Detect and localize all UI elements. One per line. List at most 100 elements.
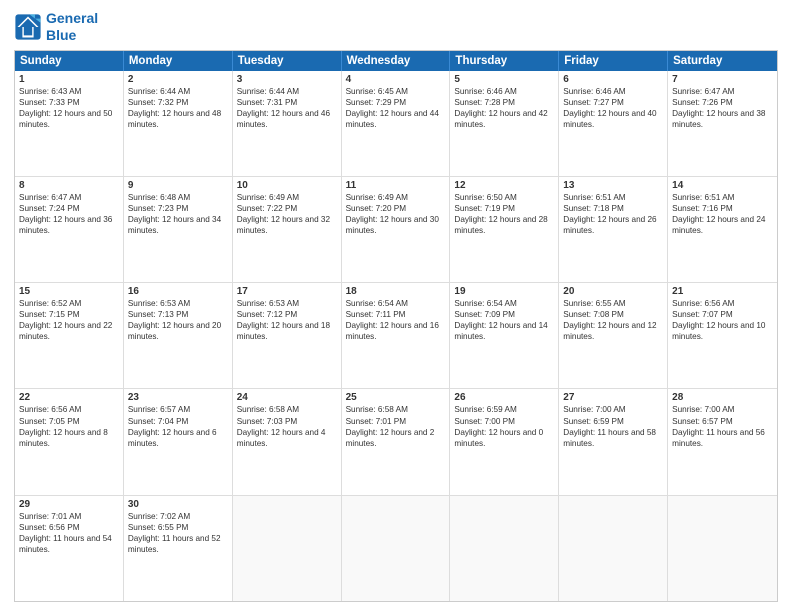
page: General Blue SundayMondayTuesdayWednesda… [0, 0, 792, 612]
calendar-cell: 14 Sunrise: 6:51 AMSunset: 7:16 PMDayligh… [668, 177, 777, 282]
cell-info: Sunrise: 6:52 AMSunset: 7:15 PMDaylight:… [19, 299, 112, 341]
calendar-cell [559, 496, 668, 601]
day-number: 18 [346, 286, 446, 297]
day-number: 1 [19, 74, 119, 85]
day-number: 2 [128, 74, 228, 85]
calendar-cell: 25 Sunrise: 6:58 AMSunset: 7:01 PMDayligh… [342, 389, 451, 494]
day-number: 23 [128, 392, 228, 403]
logo-text: General Blue [46, 10, 98, 44]
calendar-cell: 11Sunrise: 6:49 AMSunset: 7:20 PMDayligh… [342, 177, 451, 282]
logo-icon [14, 13, 42, 41]
calendar-cell: 3 Sunrise: 6:44 AMSunset: 7:31 PMDaylight… [233, 71, 342, 176]
day-header-tuesday: Tuesday [233, 51, 342, 71]
cell-info: Sunrise: 6:51 AMSunset: 7:18 PMDaylight:… [563, 193, 656, 235]
cell-info: Sunrise: 6:48 AMSunset: 7:23 PMDaylight:… [128, 193, 221, 235]
cell-info: Sunrise: 7:00 AMSunset: 6:59 PMDaylight:… [563, 405, 656, 447]
day-number: 27 [563, 392, 663, 403]
calendar-cell [668, 496, 777, 601]
calendar-cell: 26 Sunrise: 6:59 AMSunset: 7:00 PMDayligh… [450, 389, 559, 494]
cell-info: Sunrise: 7:02 AMSunset: 6:55 PMDaylight:… [128, 512, 221, 554]
day-number: 11 [346, 180, 446, 191]
day-number: 24 [237, 392, 337, 403]
day-number: 8 [19, 180, 119, 191]
calendar-cell: 18 Sunrise: 6:54 AMSunset: 7:11 PMDayligh… [342, 283, 451, 388]
calendar-cell [450, 496, 559, 601]
logo: General Blue [14, 10, 98, 44]
calendar: SundayMondayTuesdayWednesdayThursdayFrid… [14, 50, 778, 602]
calendar-cell: 21Sunrise: 6:56 AMSunset: 7:07 PMDayligh… [668, 283, 777, 388]
calendar-header: SundayMondayTuesdayWednesdayThursdayFrid… [15, 51, 777, 71]
calendar-cell: 20 Sunrise: 6:55 AMSunset: 7:08 PMDayligh… [559, 283, 668, 388]
header: General Blue [14, 10, 778, 44]
cell-info: Sunrise: 6:58 AMSunset: 7:03 PMDaylight:… [237, 405, 326, 447]
calendar-cell: 2 Sunrise: 6:44 AMSunset: 7:32 PMDaylight… [124, 71, 233, 176]
calendar-cell: 30 Sunrise: 7:02 AMSunset: 6:55 PMDayligh… [124, 496, 233, 601]
day-number: 21 [672, 286, 773, 297]
cell-info: Sunrise: 6:51 AMSunset: 7:16 PMDaylight:… [672, 193, 765, 235]
cell-info: Sunrise: 6:43 AMSunset: 7:33 PMDaylight:… [19, 87, 112, 129]
cell-info: Sunrise: 6:54 AMSunset: 7:11 PMDaylight:… [346, 299, 439, 341]
day-number: 10 [237, 180, 337, 191]
calendar-cell: 28 Sunrise: 7:00 AMSunset: 6:57 PMDayligh… [668, 389, 777, 494]
cell-info: Sunrise: 7:01 AMSunset: 6:56 PMDaylight:… [19, 512, 112, 554]
day-number: 26 [454, 392, 554, 403]
day-header-friday: Friday [559, 51, 668, 71]
cell-info: Sunrise: 6:50 AMSunset: 7:19 PMDaylight:… [454, 193, 547, 235]
calendar-row: 29 Sunrise: 7:01 AMSunset: 6:56 PMDayligh… [15, 496, 777, 601]
day-number: 29 [19, 499, 119, 510]
cell-info: Sunrise: 7:00 AMSunset: 6:57 PMDaylight:… [672, 405, 765, 447]
cell-info: Sunrise: 6:45 AMSunset: 7:29 PMDaylight:… [346, 87, 439, 129]
day-number: 12 [454, 180, 554, 191]
day-header-thursday: Thursday [450, 51, 559, 71]
calendar-cell: 7 Sunrise: 6:47 AMSunset: 7:26 PMDaylight… [668, 71, 777, 176]
calendar-cell [233, 496, 342, 601]
day-number: 17 [237, 286, 337, 297]
calendar-cell: 9Sunrise: 6:48 AMSunset: 7:23 PMDaylight… [124, 177, 233, 282]
calendar-cell: 4 Sunrise: 6:45 AMSunset: 7:29 PMDaylight… [342, 71, 451, 176]
cell-info: Sunrise: 6:58 AMSunset: 7:01 PMDaylight:… [346, 405, 435, 447]
day-header-saturday: Saturday [668, 51, 777, 71]
calendar-cell [342, 496, 451, 601]
cell-info: Sunrise: 6:54 AMSunset: 7:09 PMDaylight:… [454, 299, 547, 341]
cell-info: Sunrise: 6:55 AMSunset: 7:08 PMDaylight:… [563, 299, 656, 341]
calendar-cell: 16Sunrise: 6:53 AMSunset: 7:13 PMDayligh… [124, 283, 233, 388]
day-number: 25 [346, 392, 446, 403]
day-number: 13 [563, 180, 663, 191]
calendar-row: 8 Sunrise: 6:47 AMSunset: 7:24 PMDaylight… [15, 177, 777, 283]
calendar-cell: 5 Sunrise: 6:46 AMSunset: 7:28 PMDaylight… [450, 71, 559, 176]
cell-info: Sunrise: 6:59 AMSunset: 7:00 PMDaylight:… [454, 405, 543, 447]
cell-info: Sunrise: 6:46 AMSunset: 7:28 PMDaylight:… [454, 87, 547, 129]
calendar-cell: 8 Sunrise: 6:47 AMSunset: 7:24 PMDaylight… [15, 177, 124, 282]
calendar-cell: 15 Sunrise: 6:52 AMSunset: 7:15 PMDayligh… [15, 283, 124, 388]
calendar-cell: 12 Sunrise: 6:50 AMSunset: 7:19 PMDayligh… [450, 177, 559, 282]
day-number: 19 [454, 286, 554, 297]
cell-info: Sunrise: 6:56 AMSunset: 7:05 PMDaylight:… [19, 405, 108, 447]
day-number: 4 [346, 74, 446, 85]
day-number: 15 [19, 286, 119, 297]
cell-info: Sunrise: 6:44 AMSunset: 7:32 PMDaylight:… [128, 87, 221, 129]
cell-info: Sunrise: 6:49 AMSunset: 7:22 PMDaylight:… [237, 193, 330, 235]
calendar-cell: 27 Sunrise: 7:00 AMSunset: 6:59 PMDayligh… [559, 389, 668, 494]
day-number: 30 [128, 499, 228, 510]
day-number: 28 [672, 392, 773, 403]
day-number: 5 [454, 74, 554, 85]
day-number: 14 [672, 180, 773, 191]
day-number: 20 [563, 286, 663, 297]
day-number: 7 [672, 74, 773, 85]
calendar-cell: 24 Sunrise: 6:58 AMSunset: 7:03 PMDayligh… [233, 389, 342, 494]
day-header-wednesday: Wednesday [342, 51, 451, 71]
calendar-cell: 1 Sunrise: 6:43 AMSunset: 7:33 PMDaylight… [15, 71, 124, 176]
calendar-cell: 19 Sunrise: 6:54 AMSunset: 7:09 PMDayligh… [450, 283, 559, 388]
day-number: 3 [237, 74, 337, 85]
day-number: 6 [563, 74, 663, 85]
cell-info: Sunrise: 6:46 AMSunset: 7:27 PMDaylight:… [563, 87, 656, 129]
calendar-cell: 10 Sunrise: 6:49 AMSunset: 7:22 PMDayligh… [233, 177, 342, 282]
calendar-cell: 17 Sunrise: 6:53 AMSunset: 7:12 PMDayligh… [233, 283, 342, 388]
calendar-cell: 6 Sunrise: 6:46 AMSunset: 7:27 PMDaylight… [559, 71, 668, 176]
calendar-cell: 22Sunrise: 6:56 AMSunset: 7:05 PMDayligh… [15, 389, 124, 494]
cell-info: Sunrise: 6:47 AMSunset: 7:24 PMDaylight:… [19, 193, 112, 235]
cell-info: Sunrise: 6:47 AMSunset: 7:26 PMDaylight:… [672, 87, 765, 129]
cell-info: Sunrise: 6:44 AMSunset: 7:31 PMDaylight:… [237, 87, 330, 129]
cell-info: Sunrise: 6:57 AMSunset: 7:04 PMDaylight:… [128, 405, 217, 447]
cell-info: Sunrise: 6:53 AMSunset: 7:12 PMDaylight:… [237, 299, 330, 341]
